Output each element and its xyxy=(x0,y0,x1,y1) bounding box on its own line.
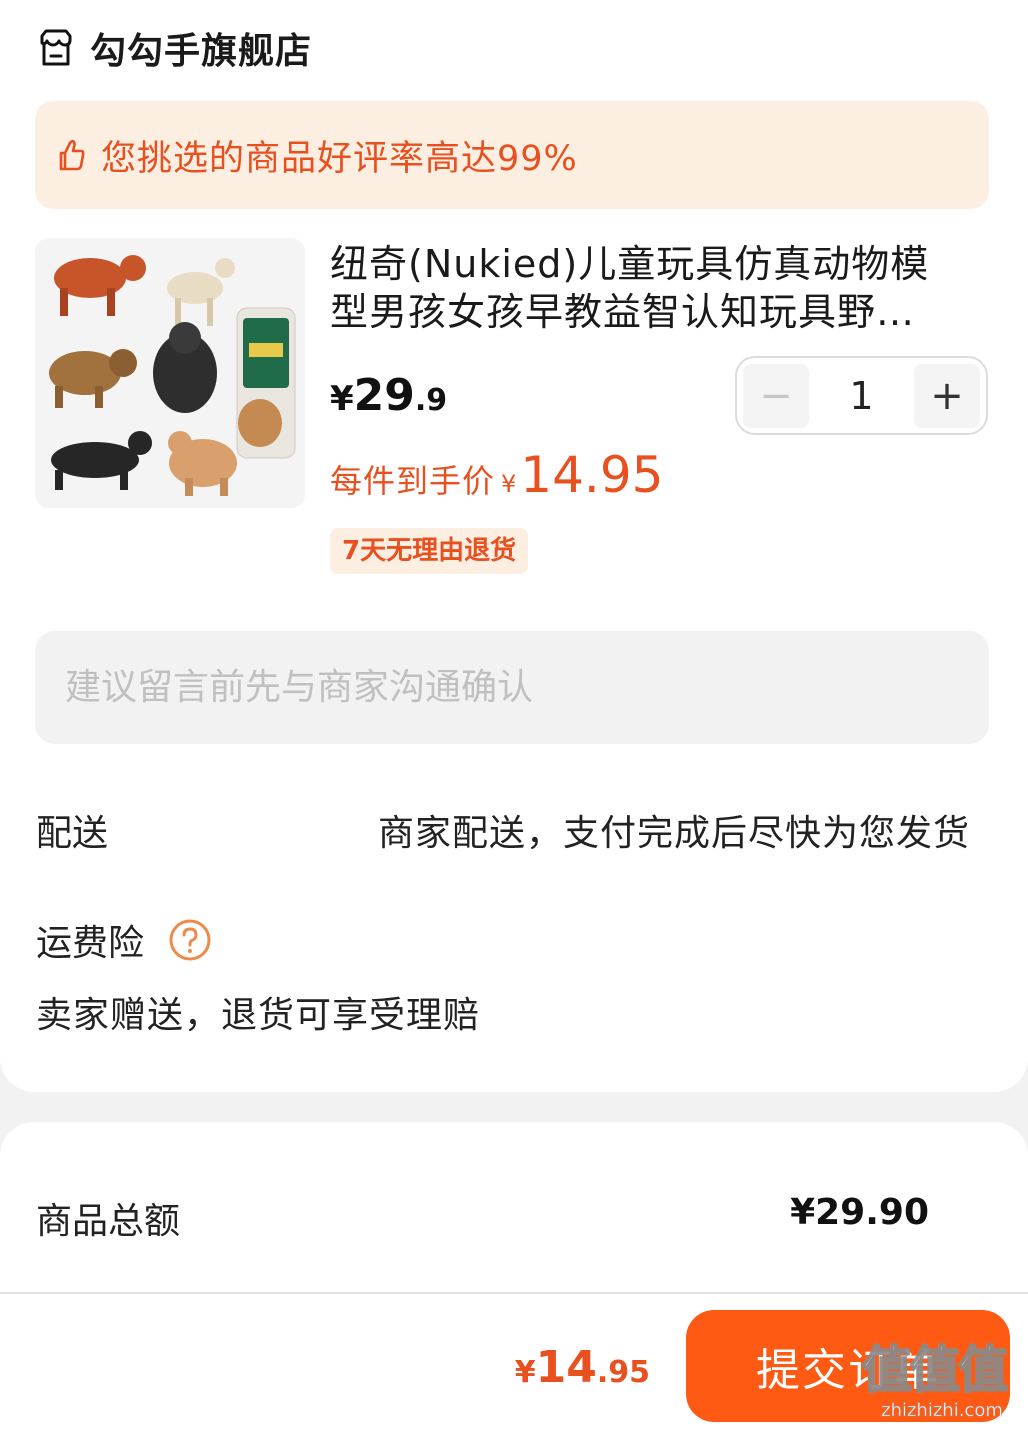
product-image[interactable] xyxy=(35,238,305,508)
watermark-url: zhizhizhi.com xyxy=(881,1400,1003,1422)
message-input[interactable] xyxy=(35,631,989,744)
checkout-total-currency: ¥ xyxy=(514,1355,536,1390)
shop-header[interactable]: 勾勾手旗舰店 xyxy=(36,24,312,72)
delivery-value: 商家配送，支付完成后尽快为您发货 xyxy=(377,813,970,854)
quantity-increase-button[interactable]: + xyxy=(914,363,980,428)
quantity-value[interactable]: 1 xyxy=(815,374,908,418)
final-price-currency: ¥ xyxy=(501,470,517,498)
watermark: 值值值 zhizhizhi.com xyxy=(861,1340,1022,1428)
price-decimal: .9 xyxy=(414,383,448,418)
promo-banner: 您挑选的商品好评率高达99% xyxy=(35,101,989,209)
product-price: ¥29.9 xyxy=(330,370,447,421)
shipping-insurance-row: 运费险 xyxy=(36,914,212,966)
question-circle-icon[interactable] xyxy=(168,918,212,962)
thumbs-up-icon xyxy=(59,139,85,171)
checkout-total-decimal: .95 xyxy=(596,1355,650,1390)
watermark-logo: 值值值 xyxy=(861,1340,1009,1400)
shipping-insurance-description: 卖家赠送，退货可享受理赔 xyxy=(36,995,481,1036)
quantity-decrease-button[interactable]: − xyxy=(743,363,809,428)
quantity-stepper[interactable]: − 1 + xyxy=(735,356,988,435)
store-icon xyxy=(40,29,72,66)
subtotal-value: ¥29.90 xyxy=(790,1192,929,1233)
final-price-value: 14.95 xyxy=(520,446,664,504)
subtotal-label: 商品总额 xyxy=(36,1201,181,1242)
animal-toys-illustration xyxy=(35,238,305,508)
return-policy-badge: 7天无理由退货 xyxy=(330,528,529,574)
final-price-label: 每件到手价 xyxy=(330,462,496,500)
checkout-total-integer: 14 xyxy=(535,1342,597,1393)
price-currency: ¥ xyxy=(330,379,354,419)
shop-name: 勾勾手旗舰店 xyxy=(90,31,313,72)
shipping-insurance-label: 运费险 xyxy=(36,923,145,964)
product-title[interactable]: 纽奇(Nukied)儿童玩具仿真动物模型男孩女孩早教益智认知玩具野… xyxy=(330,240,960,336)
final-price: 每件到手价 ¥ 14.95 xyxy=(330,446,663,504)
checkout-total: ¥14.95 xyxy=(515,1342,650,1393)
price-integer: 29 xyxy=(353,370,415,421)
promo-text: 您挑选的商品好评率高达99% xyxy=(101,138,578,179)
delivery-label: 配送 xyxy=(36,813,109,854)
order-card: 勾勾手旗舰店 您挑选的商品好评率高达99% 纽奇(Nukied)儿童玩具仿真动物… xyxy=(0,0,1028,1092)
